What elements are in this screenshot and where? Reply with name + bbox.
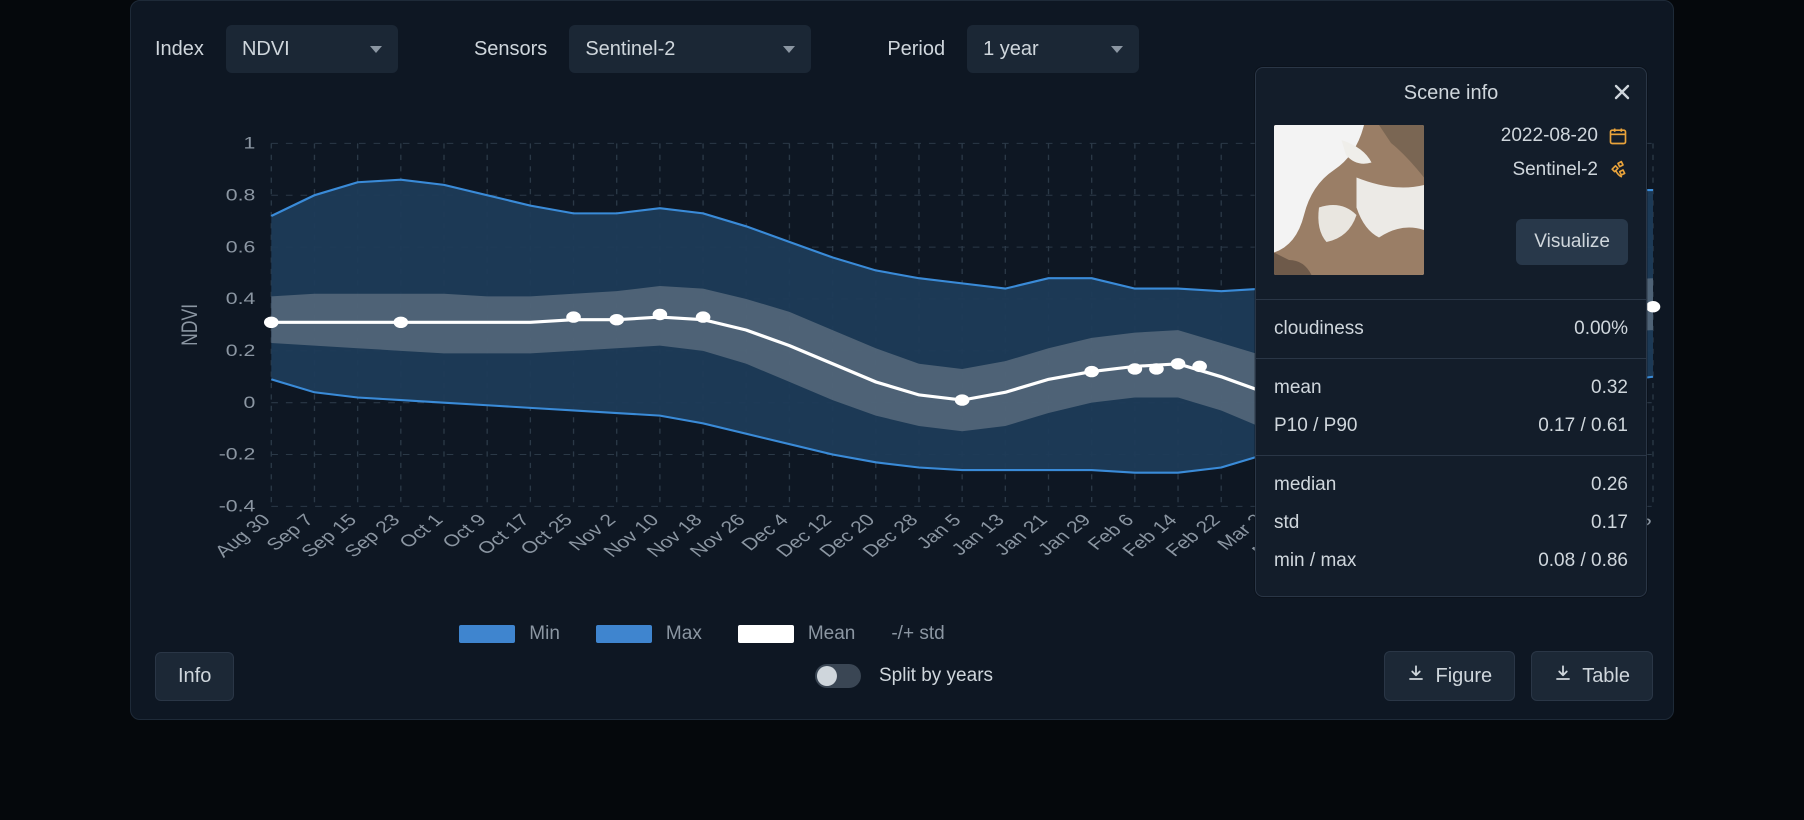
download-figure-button[interactable]: Figure [1384,651,1515,701]
legend-std[interactable]: -/+ std [891,623,944,645]
index-value: NDVI [242,38,290,61]
chevron-down-icon [370,46,382,53]
app-root: Index NDVI Sensors Sentinel-2 Period 1 y… [130,0,1674,720]
stat-std: std 0.17 [1274,504,1628,542]
svg-text:Aug 30: Aug 30 [211,511,275,561]
visualize-button[interactable]: Visualize [1516,219,1628,265]
period-value: 1 year [983,38,1039,61]
sensors-label: Sensors [474,38,547,61]
stat-mean: mean 0.32 [1274,369,1628,407]
legend-mean[interactable]: Mean [738,623,856,645]
split-years-label: Split by years [879,665,993,687]
legend-max[interactable]: Max [596,623,702,645]
bottom-bar: Info Split by years Figure Table [155,651,1653,701]
stat-cloudiness: cloudiness 0.00% [1274,310,1628,348]
sensors-value: Sentinel-2 [585,38,675,61]
svg-text:-0.4: -0.4 [219,498,256,516]
stat-minmax: min / max 0.08 / 0.86 [1274,542,1628,580]
svg-text:NDVI: NDVI [178,304,203,346]
svg-text:0: 0 [244,394,256,412]
download-table-button[interactable]: Table [1531,651,1653,701]
period-label: Period [887,38,945,61]
index-select[interactable]: NDVI [226,25,398,73]
sensors-select[interactable]: Sentinel-2 [569,25,811,73]
visualize-label: Visualize [1534,231,1610,253]
period-select[interactable]: 1 year [967,25,1139,73]
svg-text:0.2: 0.2 [226,342,256,360]
chevron-down-icon [1111,46,1123,53]
stat-median: median 0.26 [1274,466,1628,504]
close-icon[interactable] [1612,82,1632,107]
svg-text:0.6: 0.6 [226,238,256,256]
info-button[interactable]: Info [155,652,234,701]
legend-min[interactable]: Min [459,623,560,645]
satellite-icon[interactable] [1608,160,1628,180]
scene-title: Scene info [1404,82,1499,105]
chevron-down-icon [783,46,795,53]
scene-thumbnail[interactable] [1274,125,1424,275]
svg-text:0.4: 0.4 [226,290,256,308]
svg-text:0.8: 0.8 [226,186,256,204]
scene-info-panel: Scene info [1255,67,1647,597]
scene-date: 2022-08-20 [1501,125,1598,147]
index-label: Index [155,38,204,61]
toolbar: Index NDVI Sensors Sentinel-2 Period 1 y… [155,25,1653,73]
download-icon [1407,664,1425,688]
chart-legend: Min Max Mean -/+ std [131,623,1273,645]
stat-p10p90: P10 / P90 0.17 / 0.61 [1274,407,1628,445]
svg-text:1: 1 [244,135,256,153]
split-years-toggle[interactable] [815,664,861,688]
scene-sensor: Sentinel-2 [1512,159,1598,181]
svg-text:Oct 1: Oct 1 [396,511,448,552]
svg-text:-0.2: -0.2 [219,446,256,464]
calendar-icon[interactable] [1608,126,1628,146]
download-icon [1554,664,1572,688]
